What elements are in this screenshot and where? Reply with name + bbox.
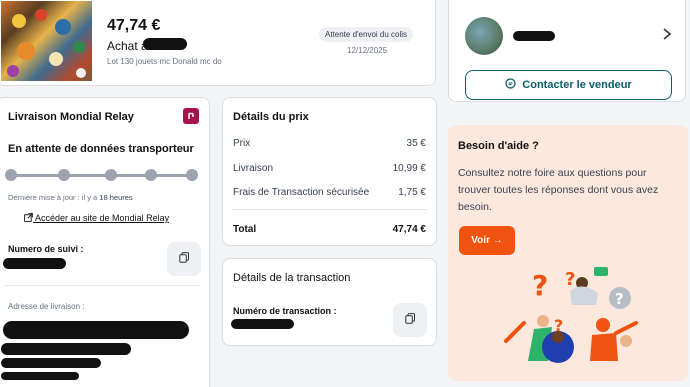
copy-icon (404, 311, 416, 329)
redacted-address-line (1, 372, 79, 380)
copy-tracking-button[interactable] (167, 242, 201, 276)
price-row: Frais de Transaction sécurisée 1,75 € (233, 187, 426, 198)
delivery-progress-step (58, 169, 70, 181)
redacted-seller-username (513, 31, 555, 41)
order-description: Lot 130 jouets mc Donald mc do (107, 57, 222, 66)
seller-card: Contacter le vendeur (448, 0, 686, 102)
redacted-tracking-number (3, 258, 66, 269)
chat-bubble-icon (505, 76, 516, 94)
avatar[interactable] (465, 17, 503, 55)
price-details-card: Détails du prix Prix 35 € Livraison 10,99 … (222, 97, 437, 246)
redacted-address-line (1, 343, 131, 355)
help-see-button[interactable]: Voir → (459, 226, 515, 255)
price-row: Prix 35 € (233, 138, 426, 149)
order-title: Achat à (107, 39, 148, 53)
svg-text:?: ? (565, 269, 575, 290)
delivery-title: Livraison Mondial Relay (8, 111, 134, 123)
order-date: 12/12/2025 (347, 46, 388, 55)
delivery-progress-step (145, 169, 157, 181)
delivery-progress-step (186, 169, 198, 181)
contact-seller-label: Contacter le vendeur (522, 79, 632, 91)
order-summary-card: 47,74 € Achat à Lot 130 jouets mc Donald… (0, 0, 436, 86)
address-label: Adresse de livraison : (8, 302, 85, 311)
copy-icon (178, 250, 190, 268)
help-illustration: ? ? ? ? (498, 261, 648, 373)
total-row: Total 47,74 € (233, 224, 426, 235)
delivery-status: En attente de données transporteur (8, 143, 194, 155)
mondial-relay-link-label: Accéder au site de Mondial Relay (35, 213, 170, 223)
price-row: Livraison 10,99 € (233, 163, 426, 174)
tracking-label: Numero de suivi : (8, 244, 84, 254)
transaction-title: Détails de la transaction (233, 272, 351, 284)
copy-transaction-button[interactable] (393, 303, 427, 337)
redacted-transaction-number (231, 319, 294, 329)
transaction-number-label: Numéro de transaction : (233, 306, 337, 316)
svg-text:?: ? (532, 269, 548, 302)
transaction-card: Détails de la transaction Numéro de tran… (222, 258, 437, 346)
order-price: 47,74 € (107, 17, 161, 34)
price-details-title: Détails du prix (233, 111, 309, 123)
delivery-progress-step (105, 169, 117, 181)
mondial-relay-logo (183, 108, 199, 124)
help-title: Besoin d'aide ? (458, 140, 539, 152)
contact-seller-button[interactable]: Contacter le vendeur (465, 70, 672, 100)
chevron-right-icon[interactable] (661, 27, 673, 41)
svg-text:?: ? (615, 290, 624, 308)
delivery-progress-track (12, 174, 193, 177)
delivery-progress-step (5, 169, 17, 181)
delivery-card: Livraison Mondial Relay En attente de do… (0, 97, 210, 387)
status-badge: Attente d'envoi du colis (319, 27, 414, 42)
redacted-seller-name (143, 38, 187, 50)
redacted-address-line (1, 358, 101, 368)
last-update: Dernière mise à jour : il y a 18 heures (8, 193, 133, 202)
price-divider (231, 209, 428, 210)
mondial-relay-link[interactable]: Accéder au site de Mondial Relay (24, 213, 169, 223)
item-photo[interactable] (1, 1, 92, 81)
redacted-address-line (3, 321, 189, 339)
external-link-icon (24, 213, 35, 223)
help-card: Besoin d'aide ? Consultez notre foire au… (448, 125, 688, 381)
delivery-divider (5, 285, 201, 286)
help-text: Consultez notre foire aux questions pour… (458, 167, 659, 213)
